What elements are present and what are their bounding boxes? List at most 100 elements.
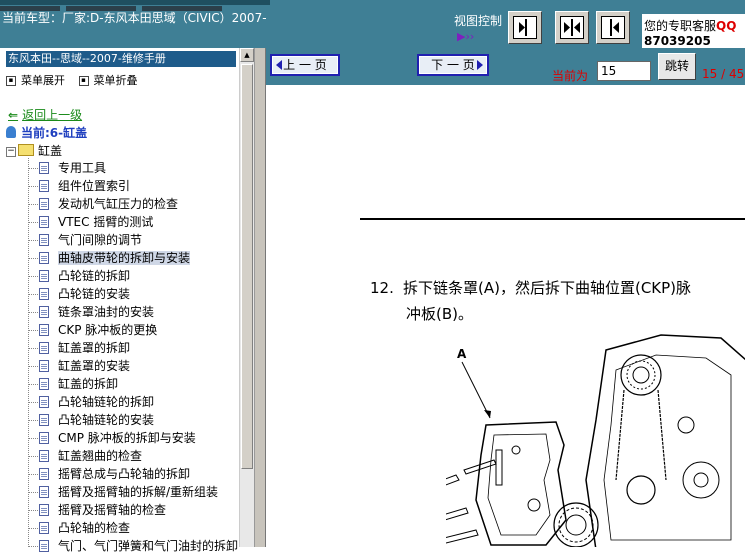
document-icon — [39, 432, 49, 444]
tree-item-label[interactable]: 气门间隙的调节 — [58, 233, 142, 247]
tree-item-label[interactable]: 摇臂总成与凸轮轴的拆卸 — [58, 467, 190, 481]
step-line-1: 12. 拆下链条罩(A)，然后拆下曲轴位置(CKP)脉 — [370, 275, 691, 301]
tree-item[interactable]: 曲轴皮带轮的拆卸与安装 — [28, 249, 238, 267]
tree-item[interactable]: 气门、气门弹簧和气门油封的拆卸 — [28, 537, 238, 555]
audio-icon[interactable]: ▶›› — [457, 30, 474, 43]
tree-item-label[interactable]: 凸轮链的拆卸 — [58, 269, 130, 283]
tree-item-label[interactable]: CMP 脉冲板的拆卸与安装 — [58, 431, 196, 445]
tree-item-label[interactable]: 专用工具 — [58, 161, 106, 175]
tree-branch — [28, 366, 38, 367]
tree-item[interactable]: 气门间隙的调节 — [28, 231, 238, 249]
prev-page-button[interactable]: 上 一 页 — [270, 54, 340, 76]
tree-item[interactable]: 摇臂总成与凸轮轴的拆卸 — [28, 465, 238, 483]
tree-item[interactable]: VTEC 摇臂的测试 — [28, 213, 238, 231]
tree-item[interactable]: 凸轮链的拆卸 — [28, 267, 238, 285]
expand-left-view-button[interactable] — [596, 11, 630, 44]
tree-item[interactable]: 摇臂及摇臂轴的检查 — [28, 501, 238, 519]
tree-item-label[interactable]: 凸轮轴的检查 — [58, 521, 130, 535]
tree-item[interactable]: 缸盖的拆卸 — [28, 375, 238, 393]
expand-right-view-button[interactable] — [508, 11, 542, 44]
tree-item[interactable]: 组件位置索引 — [28, 177, 238, 195]
pane-splitter[interactable] — [254, 48, 266, 547]
tree-item[interactable]: CKP 脉冲板的更换 — [28, 321, 238, 339]
tree-item[interactable]: CMP 脉冲板的拆卸与安装 — [28, 429, 238, 447]
tree-item-label[interactable]: 摇臂及摇臂轴的拆解/重新组装 — [58, 485, 218, 499]
document-icon — [39, 288, 49, 300]
collapse-node-icon[interactable]: − — [6, 146, 16, 157]
document-icon — [39, 450, 49, 462]
document-icon — [39, 252, 49, 264]
tree-item[interactable]: 缸盖罩的拆卸 — [28, 339, 238, 357]
tree-item-label[interactable]: 凸轮轴链轮的拆卸 — [58, 395, 154, 409]
tree-item-label[interactable]: 发动机气缸压力的检查 — [58, 197, 178, 211]
tree-item-label[interactable]: 气门、气门弹簧和气门油封的拆卸 — [58, 539, 238, 553]
document-icon — [39, 162, 49, 174]
bookmark-icon — [6, 126, 16, 138]
folder-node[interactable]: − 缸盖 — [6, 142, 62, 159]
tree-item-label[interactable]: 缸盖罩的拆卸 — [58, 341, 130, 355]
tree-branch — [28, 528, 38, 529]
tree-branch — [28, 258, 38, 259]
engine-illustration: A — [405, 334, 745, 547]
next-page-face: 下 一 页 — [419, 56, 487, 74]
tree-item-label[interactable]: 摇臂及摇臂轴的检查 — [58, 503, 166, 517]
tree-item[interactable]: 链条罩油封的安装 — [28, 303, 238, 321]
tree-item[interactable]: 摇臂及摇臂轴的拆解/重新组装 — [28, 483, 238, 501]
tree-item-label[interactable]: 缸盖的拆卸 — [58, 377, 118, 391]
tree-item[interactable]: 专用工具 — [28, 159, 238, 177]
tree-item[interactable]: 发动机气缸压力的检查 — [28, 195, 238, 213]
collapse-icon[interactable]: ▪ — [78, 76, 89, 86]
tree-branch — [28, 186, 38, 187]
folder-icon — [18, 144, 34, 156]
tree-item-label[interactable]: VTEC 摇臂的测试 — [58, 215, 153, 229]
tree-item[interactable]: 缸盖翘曲的检查 — [28, 447, 238, 465]
tree-item-label[interactable]: 组件位置索引 — [58, 179, 130, 193]
tree-branch — [28, 492, 38, 493]
tree-item-label[interactable]: 缸盖罩的安装 — [58, 359, 130, 373]
tree-branch — [28, 168, 38, 169]
document-icon — [39, 522, 49, 534]
next-page-button[interactable]: 下 一 页 — [417, 54, 489, 76]
split-view-button[interactable] — [555, 11, 589, 44]
manual-tree-panel: 东风本田--思域--2007-维修手册 ▪ 菜单展开 ▪ 菜单折叠 ⇐ 返回上一级 当… — [0, 48, 254, 553]
tree-item[interactable]: 凸轮轴链轮的安装 — [28, 411, 238, 429]
document-icon — [39, 216, 49, 228]
customer-service-box: 您的专职客服QQ 87039205 — [642, 14, 745, 48]
scroll-up-icon[interactable]: ▲ — [240, 48, 254, 62]
tree-item-label[interactable]: 曲轴皮带轮的拆卸与安装 — [58, 251, 191, 265]
tree-item-label[interactable]: 凸轮链的安装 — [58, 287, 130, 301]
tree-item[interactable]: 凸轮链的安装 — [28, 285, 238, 303]
tree-branch — [28, 402, 38, 403]
view-control-label: 视图控制 — [454, 14, 503, 28]
support-code[interactable]: QQ — [716, 19, 736, 33]
tree-item-label[interactable]: 凸轮轴链轮的安装 — [58, 413, 154, 427]
next-page-label: 下 一 页 — [431, 58, 475, 72]
jump-button[interactable]: 跳转 — [658, 53, 696, 80]
menu-strip — [0, 0, 270, 11]
split-view-icon — [560, 16, 584, 39]
tree-item-label[interactable]: 缸盖翘曲的检查 — [58, 449, 142, 463]
expand-all-link[interactable]: 菜单展开 — [21, 74, 65, 87]
tree-item[interactable]: 缸盖罩的安装 — [28, 357, 238, 375]
page-number-input[interactable] — [597, 61, 651, 81]
document-icon — [39, 360, 49, 372]
support-prefix: 您的专职客服 — [644, 19, 717, 33]
tree-branch — [28, 240, 38, 241]
tree-item-label[interactable]: 链条罩油封的安装 — [58, 305, 154, 319]
tree-item[interactable]: 凸轮轴的检查 — [28, 519, 238, 537]
folder-label[interactable]: 缸盖 — [38, 144, 62, 158]
collapse-all-link[interactable]: 菜单折叠 — [94, 74, 138, 87]
step-number: 12. — [370, 279, 394, 297]
tree-item[interactable]: 凸轮轴链轮的拆卸 — [28, 393, 238, 411]
back-up-link[interactable]: ⇐ 返回上一级 — [8, 106, 82, 123]
tree-scrollbar[interactable]: ▲ — [239, 48, 254, 547]
expand-icon[interactable]: ▪ — [6, 76, 16, 86]
current-vehicle-label: 当前车型：厂家:D-东风本田思域（CIVIC）2007- — [2, 11, 267, 25]
tree-item-label[interactable]: CKP 脉冲板的更换 — [58, 323, 157, 337]
document-icon — [39, 540, 49, 552]
document-icon — [39, 180, 49, 192]
back-up-label[interactable]: 返回上一级 — [22, 108, 82, 122]
tree-branch — [28, 330, 38, 331]
document-icon — [39, 270, 49, 282]
scroll-thumb[interactable] — [241, 64, 253, 469]
